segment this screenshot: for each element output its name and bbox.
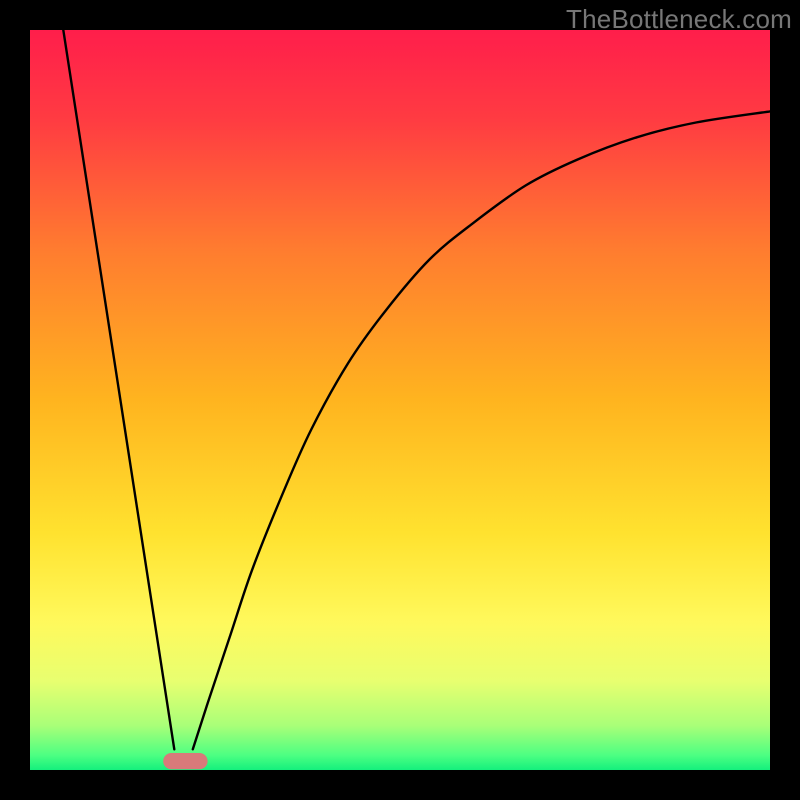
plot-area (30, 30, 770, 770)
chart-svg (30, 30, 770, 770)
marker-layer (163, 753, 207, 769)
chart-frame: TheBottleneck.com (0, 0, 800, 800)
valley-marker (163, 753, 207, 769)
gradient-background (30, 30, 770, 770)
